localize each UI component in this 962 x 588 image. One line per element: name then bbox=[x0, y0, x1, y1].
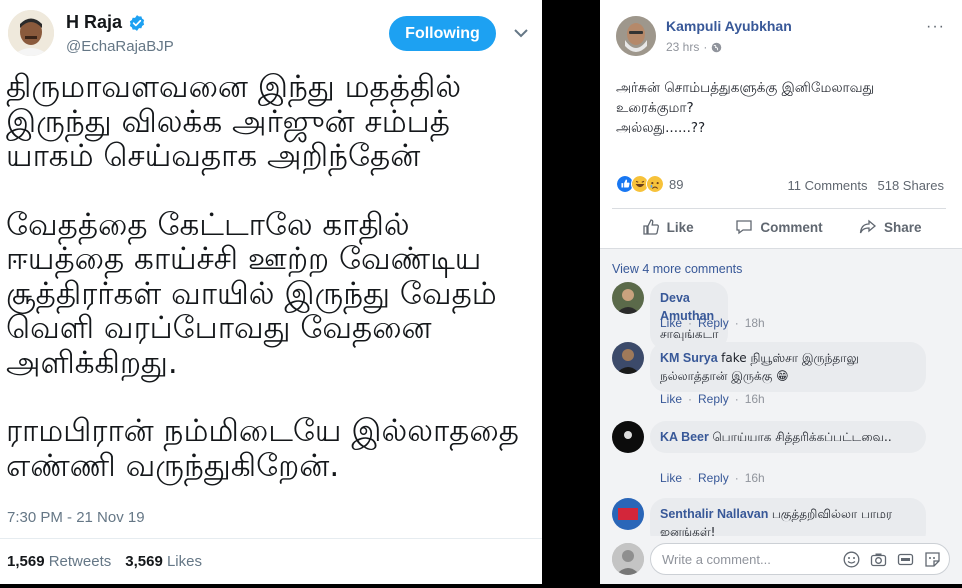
comment-time[interactable]: 16h bbox=[745, 392, 765, 406]
tweet-text: திருமாவளவனை இந்து மதத்தில் இருந்து விலக்… bbox=[6, 70, 536, 517]
tweet-card: H Raja @EchaRajaBJP Following திருமாவளவன… bbox=[0, 0, 542, 584]
tweet-author-avatar[interactable] bbox=[8, 10, 54, 56]
tweet-paragraph: ராமபிரான் நம்மிடையே இல்லாததை எண்ணி வருந்… bbox=[6, 413, 519, 484]
like-button-label: Like bbox=[666, 219, 694, 235]
comment: Senthalir Nallavan பகுத்தறிவில்லா பாமர ஜ… bbox=[612, 498, 952, 536]
composer-icons bbox=[843, 551, 941, 568]
reactions-summary[interactable]: 89 bbox=[616, 175, 683, 193]
reactions-count: 89 bbox=[669, 176, 684, 192]
comment-icon bbox=[736, 220, 753, 235]
comment-like-link[interactable]: Like bbox=[660, 316, 682, 330]
tweet-author-name[interactable]: H Raja bbox=[66, 12, 146, 33]
comment-bubble: KM Surya fake நியூஸ்சா இருந்தாலு நல்லாத்… bbox=[650, 342, 926, 392]
comment-reply-link[interactable]: Reply bbox=[698, 316, 729, 330]
sticker-icon[interactable] bbox=[924, 551, 941, 568]
comments-count[interactable]: 11 Comments bbox=[788, 178, 868, 193]
divider bbox=[612, 208, 946, 209]
comment-actions: Like · Reply · 18h bbox=[660, 316, 765, 330]
tweet-paragraph: திருமாவளவனை இந்து மதத்தில் இருந்து விலக்… bbox=[6, 69, 462, 174]
commenter-avatar[interactable] bbox=[612, 421, 644, 453]
comment-author[interactable]: KM Surya bbox=[660, 351, 718, 365]
current-user-avatar bbox=[612, 543, 644, 575]
post-author-name[interactable]: Kampuli Ayubkhan bbox=[666, 18, 792, 34]
comment-bubble: KA Beer பொய்யாக சித்தரிக்கப்பட்டவை.. bbox=[650, 421, 926, 453]
retweets-stat[interactable]: 1,569 Retweets bbox=[7, 553, 111, 570]
following-button[interactable]: Following bbox=[389, 16, 496, 51]
commenter-avatar[interactable] bbox=[612, 342, 644, 374]
post-meta: 23 hrs · bbox=[666, 40, 722, 54]
facebook-post-card: Kampuli Ayubkhan 23 hrs · ··· அர்சுன் சொ… bbox=[600, 0, 962, 584]
comment-text: பொய்யாக சித்தரிக்கப்பட்டவை.. bbox=[712, 430, 892, 444]
post-text-line: அர்சுன் சொம்பத்துகளுக்கு இனிமேலாவது உரைக… bbox=[616, 80, 875, 116]
comment-like-link[interactable]: Like bbox=[660, 471, 682, 485]
comment-time[interactable]: 16h bbox=[745, 471, 765, 485]
comment-like-link[interactable]: Like bbox=[660, 392, 682, 406]
share-arrow-icon bbox=[859, 219, 877, 234]
comment-input[interactable]: Write a comment... bbox=[650, 543, 950, 575]
comment-composer: Write a comment... bbox=[612, 543, 950, 575]
gif-icon[interactable] bbox=[897, 551, 914, 568]
comment-author[interactable]: Senthalir Nallavan bbox=[660, 507, 768, 521]
camera-icon[interactable] bbox=[870, 551, 887, 568]
tweet-stats: 1,569 Retweets 3,569 Likes bbox=[7, 553, 202, 570]
post-time[interactable]: 23 hrs bbox=[666, 40, 699, 54]
verified-badge-icon bbox=[129, 14, 145, 31]
chevron-down-icon[interactable] bbox=[514, 28, 528, 38]
post-action-bar: Like Comment Share bbox=[612, 210, 946, 244]
likes-label: Likes bbox=[166, 553, 202, 570]
post-text-line: அல்லது......?? bbox=[616, 120, 706, 136]
post-author-avatar[interactable] bbox=[616, 16, 656, 56]
tweet-divider bbox=[0, 538, 542, 539]
comment-time[interactable]: 18h bbox=[745, 316, 765, 330]
comment-reply-link[interactable]: Reply bbox=[698, 471, 729, 485]
comment-actions: Like · Reply · 16h bbox=[660, 392, 765, 406]
likes-count: 3,569 bbox=[125, 553, 163, 570]
sad-reaction-icon bbox=[646, 175, 664, 193]
like-button[interactable]: Like bbox=[612, 210, 723, 244]
comment-reply-link[interactable]: Reply bbox=[698, 392, 729, 406]
tweet-author-name-label[interactable]: H Raja bbox=[66, 12, 122, 33]
commenter-avatar[interactable] bbox=[612, 498, 644, 530]
retweets-label: Retweets bbox=[48, 553, 112, 570]
engagement-counts: 11 Comments 518 Shares bbox=[788, 178, 944, 193]
post-text: அர்சுன் சொம்பத்துகளுக்கு இனிமேலாவது உரைக… bbox=[616, 78, 946, 138]
thumbs-up-icon bbox=[643, 219, 659, 235]
screenshot-canvas: H Raja @EchaRajaBJP Following திருமாவளவன… bbox=[0, 0, 962, 588]
globe-icon bbox=[712, 42, 722, 52]
tweet-timestamp[interactable]: 7:30 PM - 21 Nov 19 bbox=[7, 509, 145, 526]
emoji-icon[interactable] bbox=[843, 551, 860, 568]
comment-actions: Like · Reply · 16h bbox=[660, 471, 765, 485]
tweet-author-handle[interactable]: @EchaRajaBJP bbox=[66, 38, 174, 55]
view-more-comments-link[interactable]: View 4 more comments bbox=[612, 262, 742, 276]
share-button[interactable]: Share bbox=[835, 210, 946, 244]
comment-button-label: Comment bbox=[760, 219, 823, 235]
retweets-count: 1,569 bbox=[7, 553, 45, 570]
shares-count[interactable]: 518 Shares bbox=[878, 178, 945, 193]
tweet-paragraph: வேதத்தை கேட்டாலே காதில் ஈயத்தை காய்ச்சி … bbox=[6, 206, 497, 381]
share-button-label: Share bbox=[884, 219, 922, 235]
likes-stat[interactable]: 3,569 Likes bbox=[125, 553, 202, 570]
comment-input-placeholder: Write a comment... bbox=[662, 551, 771, 567]
more-options-icon[interactable]: ··· bbox=[926, 18, 945, 36]
commenter-avatar[interactable] bbox=[612, 282, 644, 314]
comment-button[interactable]: Comment bbox=[723, 210, 834, 244]
comment-bubble: Senthalir Nallavan பகுத்தறிவில்லா பாமர ஜ… bbox=[650, 498, 926, 536]
comment-author[interactable]: KA Beer bbox=[660, 430, 709, 444]
